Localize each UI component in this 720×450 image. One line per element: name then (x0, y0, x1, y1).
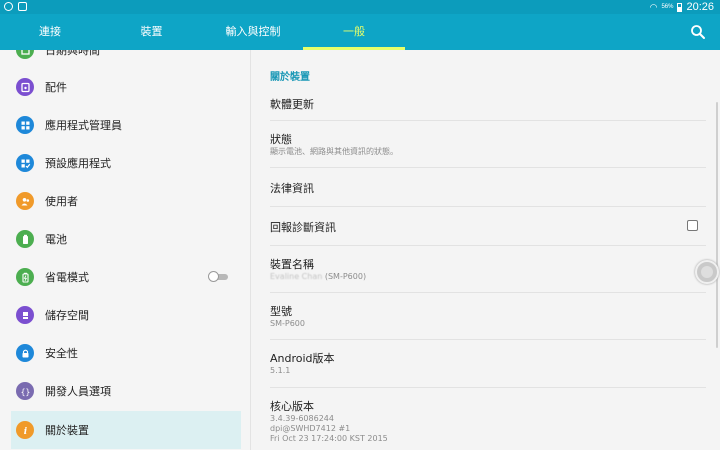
sidebar-item-power-saving[interactable]: 省電模式 (11, 258, 241, 296)
sidebar-item-accessories[interactable]: 配件 (11, 68, 241, 106)
sidebar-item-label: 應用程式管理員 (45, 119, 122, 132)
sidebar-item-label: 日期與時間 (45, 50, 100, 57)
battery-icon (677, 2, 683, 12)
item-subtitle: dpi@SWHD7412 #1 (270, 424, 351, 433)
item-subtitle: 5.1.1 (270, 366, 291, 375)
sidebar-item-date-time[interactable]: 日期與時間 (11, 50, 241, 69)
kernel-version-item[interactable]: 核心版本 3.4.39-6086244 dpi@SWHD7412 #1 Fri … (270, 388, 706, 450)
sidebar-item-security[interactable]: 安全性 (11, 334, 241, 372)
battery-icon (16, 230, 34, 248)
notification-icon (18, 2, 27, 11)
apps-grid-icon (16, 116, 34, 134)
status-bar-right: ◠ 56% 20:26 (650, 0, 714, 14)
toggle-knob (208, 271, 219, 282)
device-name-item[interactable]: 裝置名稱 Evaline Chan (SM-P600) (270, 246, 706, 292)
search-icon[interactable] (690, 24, 706, 40)
tab-device[interactable]: 裝置 (100, 14, 203, 50)
tab-general[interactable]: 一般 (303, 14, 405, 50)
power-saving-icon (16, 268, 34, 286)
sidebar-item-label: 配件 (45, 81, 67, 94)
sidebar-item-label: 預設應用程式 (45, 157, 111, 170)
item-title: 回報診斷資訊 (270, 221, 336, 234)
item-subtitle: Fri Oct 23 17:24:00 KST 2015 (270, 434, 388, 443)
power-saving-toggle[interactable] (208, 271, 230, 282)
sidebar-item-label: 開發人員選項 (45, 385, 111, 398)
sidebar-item-label: 電池 (45, 233, 67, 246)
item-subtitle: 3.4.39-6086244 (270, 414, 334, 423)
sidebar-item-developer-options[interactable]: {} 開發人員選項 (11, 372, 241, 410)
software-update-item[interactable]: 軟體更新 (270, 88, 706, 120)
wifi-icon: ◠ (649, 2, 658, 12)
item-title: 核心版本 (270, 400, 314, 413)
item-title: 法律資訊 (270, 182, 314, 195)
item-subtitle: Evaline Chan (SM-P600) (270, 272, 366, 282)
sidebar-item-about-device[interactable]: i 關於裝置 (11, 411, 241, 449)
item-subtitle: 顯示電池、網路與其他資訊的狀態。 (270, 147, 398, 156)
device-model-suffix: (SM-P600) (322, 272, 367, 281)
android-status-icon (4, 2, 13, 11)
developer-icon: {} (16, 382, 34, 400)
assistive-touch-button[interactable] (695, 260, 719, 284)
sidebar-item-label: 儲存空間 (45, 309, 89, 322)
tab-input-control[interactable]: 輸入與控制 (203, 14, 303, 50)
sidebar-item-label: 安全性 (45, 347, 78, 360)
item-title: Android版本 (270, 352, 335, 365)
status-bar: ◠ 56% 20:26 (0, 0, 720, 14)
item-subtitle: SM-P600 (270, 319, 305, 328)
android-version-item[interactable]: Android版本 5.1.1 (270, 340, 706, 387)
sidebar-item-battery[interactable]: 電池 (11, 220, 241, 258)
svg-text:{}: {} (20, 387, 30, 396)
section-header: 關於裝置 (270, 72, 310, 83)
default-apps-icon (16, 154, 34, 172)
item-title: 型號 (270, 305, 292, 318)
report-diagnostics-item[interactable]: 回報診斷資訊 (270, 207, 706, 245)
users-icon (16, 192, 34, 210)
item-title: 狀態 (270, 133, 292, 146)
tab-bar: 連接 裝置 輸入與控制 一般 (0, 14, 720, 50)
status-item[interactable]: 狀態 顯示電池、網路與其他資訊的狀態。 (270, 121, 706, 167)
clock: 20:26 (686, 1, 714, 13)
sidebar-item-users[interactable]: 使用者 (11, 182, 241, 220)
legal-info-item[interactable]: 法律資訊 (270, 168, 706, 206)
accessory-icon (16, 78, 34, 96)
info-icon: i (16, 421, 34, 439)
sidebar-item-storage[interactable]: 儲存空間 (11, 296, 241, 334)
lock-icon (16, 344, 34, 362)
svg-text:i: i (23, 427, 27, 436)
about-device-panel: 關於裝置 軟體更新 狀態 顯示電池、網路與其他資訊的狀態。 法律資訊 回報診斷資… (252, 50, 720, 450)
calendar-icon (16, 50, 34, 59)
model-item[interactable]: 型號 SM-P600 (270, 293, 706, 339)
sidebar-item-label: 關於裝置 (45, 424, 89, 437)
sidebar-item-default-apps[interactable]: 預設應用程式 (11, 144, 241, 182)
status-bar-left-icons (4, 2, 27, 11)
sidebar-item-label: 省電模式 (45, 271, 89, 284)
settings-category-list: 日期與時間 配件 應用程式管理員 預設應用程式 使用者 電池 省電模式 儲存空間… (0, 50, 251, 450)
item-title: 裝置名稱 (270, 258, 314, 271)
item-title: 軟體更新 (270, 98, 314, 111)
sidebar-item-app-manager[interactable]: 應用程式管理員 (11, 106, 241, 144)
storage-icon (16, 306, 34, 324)
device-owner-name: Evaline Chan (270, 272, 323, 281)
battery-percent: 56% (661, 4, 674, 10)
report-diagnostics-checkbox[interactable] (687, 220, 698, 231)
scrollbar[interactable] (716, 102, 718, 348)
sidebar-item-label: 使用者 (45, 195, 78, 208)
tab-connections[interactable]: 連接 (0, 14, 100, 50)
